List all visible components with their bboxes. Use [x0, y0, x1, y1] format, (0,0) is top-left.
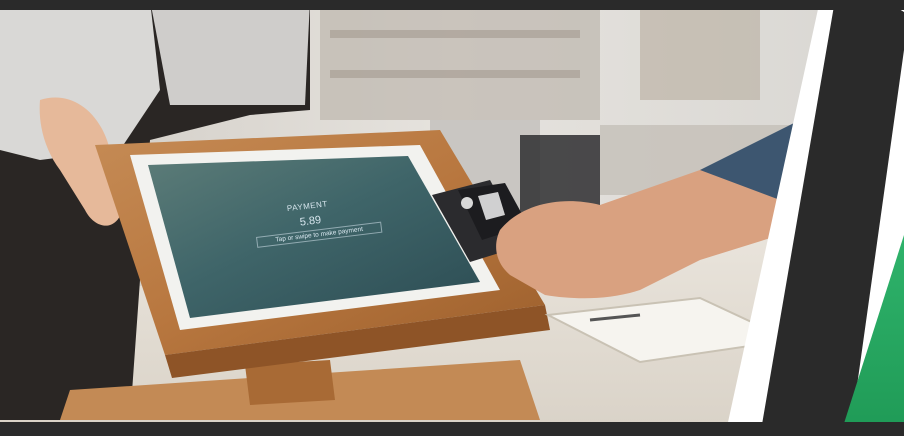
background-shelves [320, 10, 600, 120]
payment-photo-scene: PAYMENT 5.89 Tap or swipe to make paymen… [0, 0, 904, 436]
bottom-border [0, 422, 904, 436]
photo-illustration [0, 0, 904, 436]
top-border [0, 0, 904, 10]
